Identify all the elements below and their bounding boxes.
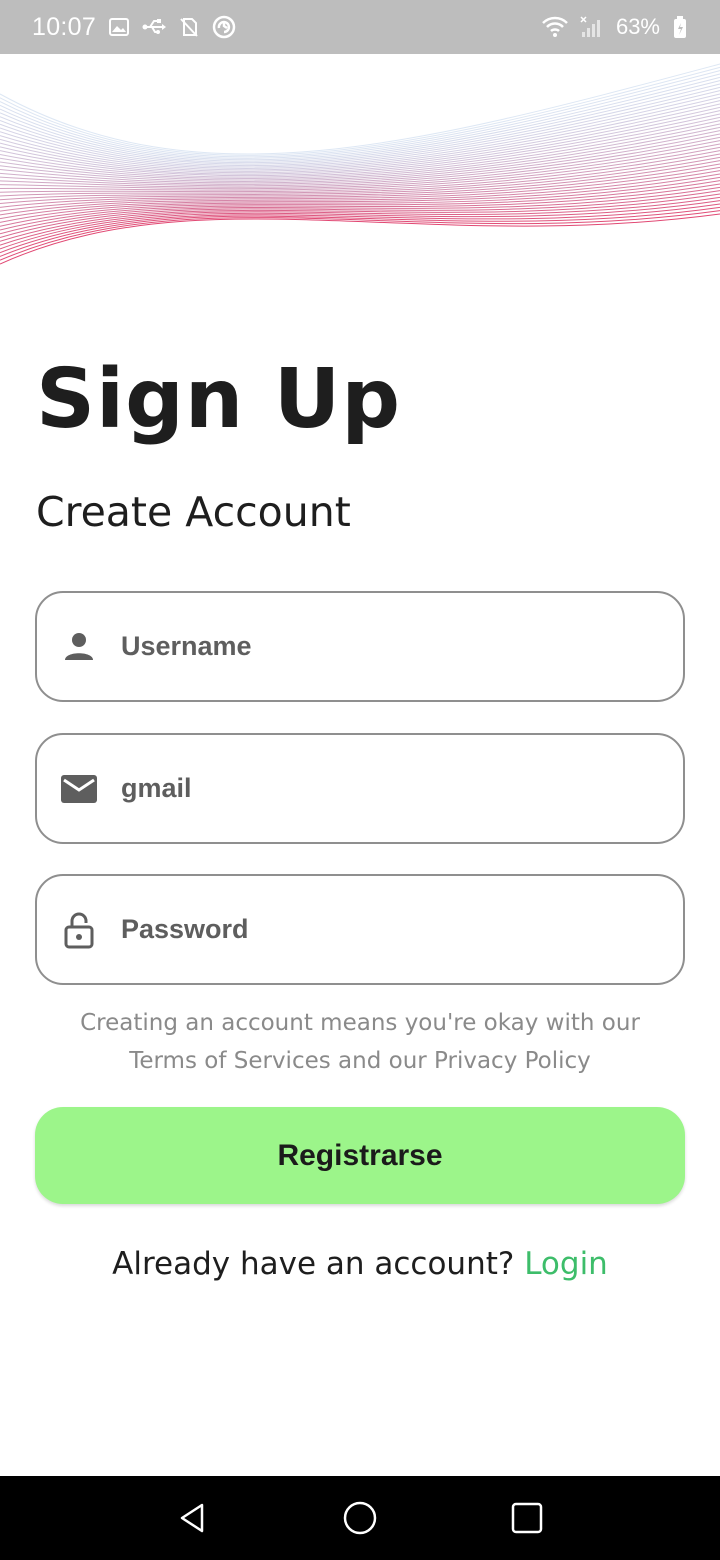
password-field[interactable] — [35, 874, 685, 985]
terms-notice: Creating an account means you're okay wi… — [20, 1004, 700, 1080]
sim-off-icon — [178, 16, 200, 38]
home-icon[interactable] — [330, 1488, 390, 1548]
battery-percentage: 63% — [615, 14, 660, 39]
navigation-bar — [0, 1476, 720, 1560]
wave-decoration — [0, 63, 720, 265]
login-link[interactable]: Login — [524, 1246, 608, 1282]
status-bar: 10:07 63% — [0, 0, 720, 54]
status-time: 10:07 — [32, 12, 97, 41]
usb-icon — [142, 16, 167, 38]
lock-icon — [37, 911, 121, 949]
signal-icon — [580, 16, 604, 38]
status-left: 10:07 — [32, 13, 236, 42]
login-prompt-text: Already have an account? — [112, 1246, 525, 1282]
wave-line — [0, 63, 720, 155]
username-input[interactable] — [121, 631, 661, 662]
wave-line — [0, 70, 720, 158]
terms-line-1: Creating an account means you're okay wi… — [80, 1010, 640, 1036]
back-icon[interactable] — [163, 1488, 223, 1548]
person-icon — [37, 631, 121, 663]
terms-line-2: Terms of Services and our Privacy Policy — [129, 1048, 591, 1074]
status-right: 63% — [542, 14, 688, 40]
page-title: Sign Up — [36, 352, 402, 447]
mail-icon — [37, 774, 121, 804]
email-input[interactable] — [121, 773, 661, 804]
sync-icon — [212, 15, 236, 39]
recents-icon[interactable] — [497, 1488, 557, 1548]
username-field[interactable] — [35, 591, 685, 702]
password-input[interactable] — [121, 914, 661, 945]
email-field[interactable] — [35, 733, 685, 844]
wave-line — [0, 213, 720, 265]
battery-icon — [672, 15, 688, 39]
page-subtitle: Create Account — [36, 488, 351, 536]
login-prompt: Already have an account? Login — [0, 1246, 720, 1282]
register-button[interactable]: Registrarse — [35, 1107, 685, 1204]
wifi-icon — [542, 16, 568, 38]
image-icon — [108, 16, 130, 38]
